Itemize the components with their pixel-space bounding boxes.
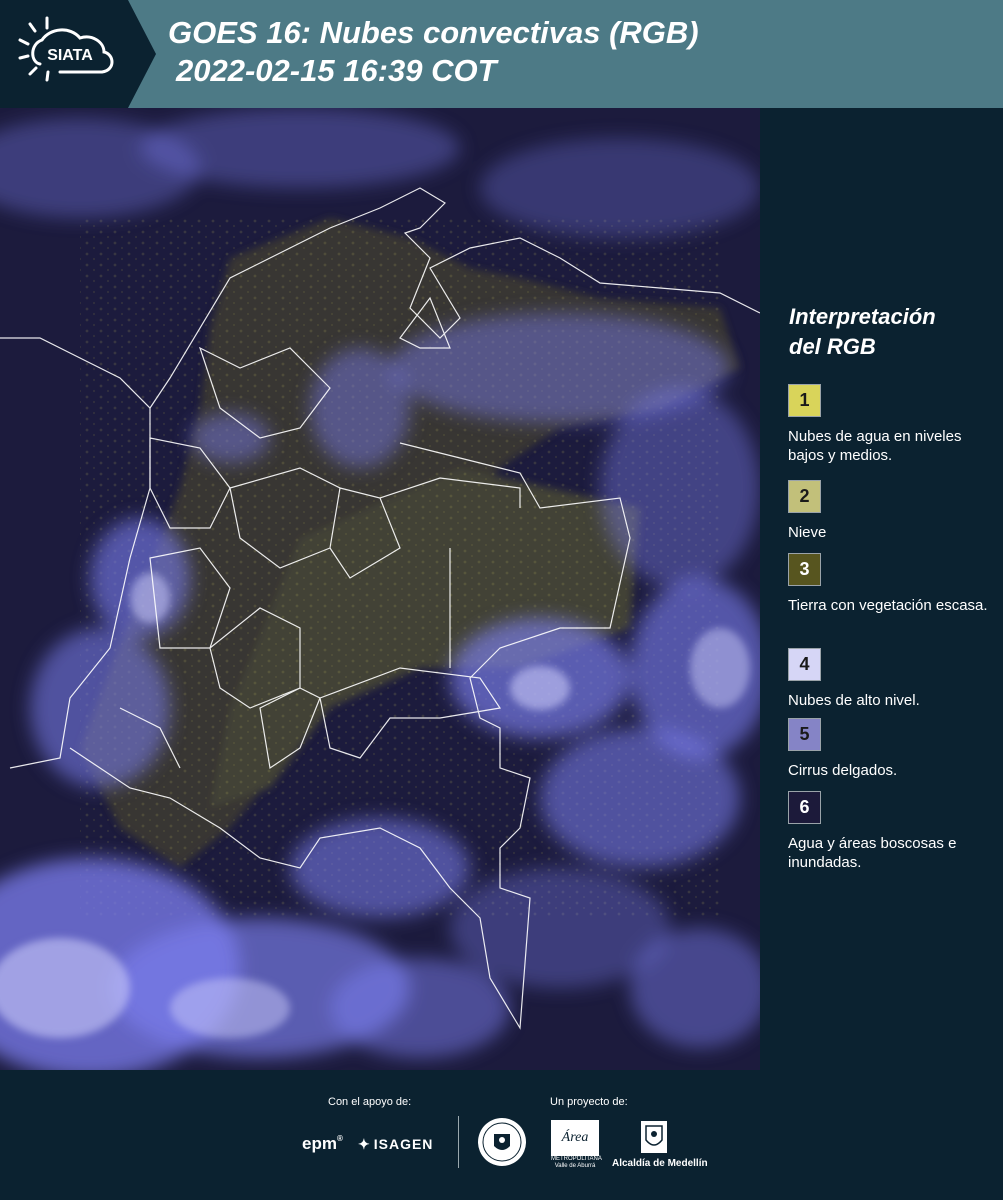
legend-item-high-clouds: 4 Nubes de alto nivel. <box>788 648 993 710</box>
header-bar: SIATA GOES 16: Nubes convectivas (RGB) 20… <box>0 0 1003 108</box>
legend-item-sparse-vegetation-land: 3 Tierra con vegetación escasa. <box>788 553 993 615</box>
footer-divider <box>458 1116 459 1168</box>
legend-label: Nubes de alto nivel. <box>788 692 920 709</box>
legend-item-water-forest-flooded: 6 Agua y áreas boscosas e inundadas. <box>788 791 993 872</box>
isagen-logo: ✦ ISAGEN <box>358 1136 433 1153</box>
legend-item-low-mid-water-clouds: 1 Nubes de agua en niveles bajos y medios… <box>788 384 993 465</box>
legend-label: Agua y áreas boscosas e inundadas. <box>788 835 957 871</box>
siata-logo: SIATA <box>0 0 158 108</box>
area-logo-text: Área <box>551 1120 599 1156</box>
legend-swatch: 6 <box>788 791 821 824</box>
legend-swatch: 5 <box>788 718 821 751</box>
isagen-logo-text: ISAGEN <box>373 1136 434 1152</box>
area-metropolitana-logo: Área METROPOLITANA Valle de Aburrá <box>551 1120 602 1169</box>
legend-title: Interpretación del RGB <box>789 302 989 362</box>
legend-swatch: 3 <box>788 553 821 586</box>
footer: Con el apoyo de: Un proyecto de: epm® ✦ I… <box>0 1070 1003 1200</box>
legend-panel: Interpretación del RGB 1 Nubes de agua en… <box>760 108 1003 1070</box>
legend-title-line-1: Interpretación <box>789 304 936 329</box>
alcaldia-logo-text: Alcaldía de Medellín <box>612 1158 708 1169</box>
legend-swatch: 4 <box>788 648 821 681</box>
epm-logo: epm® <box>302 1134 343 1153</box>
legend-swatch: 2 <box>788 480 821 513</box>
alcaldia-shield-icon <box>640 1120 670 1159</box>
siata-logo-text: SIATA <box>47 47 93 64</box>
legend-label: Nieve <box>788 524 827 541</box>
legend-item-snow: 2 Nieve <box>788 480 993 542</box>
epm-logo-text: epm <box>302 1134 337 1153</box>
area-logo-sub2: Valle de Aburrá <box>554 1163 596 1169</box>
legend-label: Cirrus delgados. <box>788 762 898 779</box>
satellite-image <box>0 108 760 1070</box>
legend-label: Tierra con vegetación escasa. <box>788 597 988 614</box>
title-line-1: GOES 16: Nubes convectivas (RGB) <box>168 15 699 50</box>
page-title: GOES 16: Nubes convectivas (RGB) 2022-02-… <box>168 14 699 90</box>
legend-item-thin-cirrus: 5 Cirrus delgados. <box>788 718 993 780</box>
title-line-2: 2022-02-15 16:39 COT <box>176 53 497 88</box>
project-label: Un proyecto de: <box>550 1096 628 1108</box>
legend-swatch: 1 <box>788 384 821 417</box>
medellin-seal-logo <box>476 1116 528 1173</box>
isagen-icon: ✦ <box>358 1136 371 1152</box>
legend-title-line-2: del RGB <box>789 334 876 359</box>
area-logo-sub: METROPOLITANA <box>551 1156 602 1162</box>
support-label: Con el apoyo de: <box>328 1096 412 1108</box>
legend-label: Nubes de agua en niveles bajos y medios. <box>788 428 962 464</box>
